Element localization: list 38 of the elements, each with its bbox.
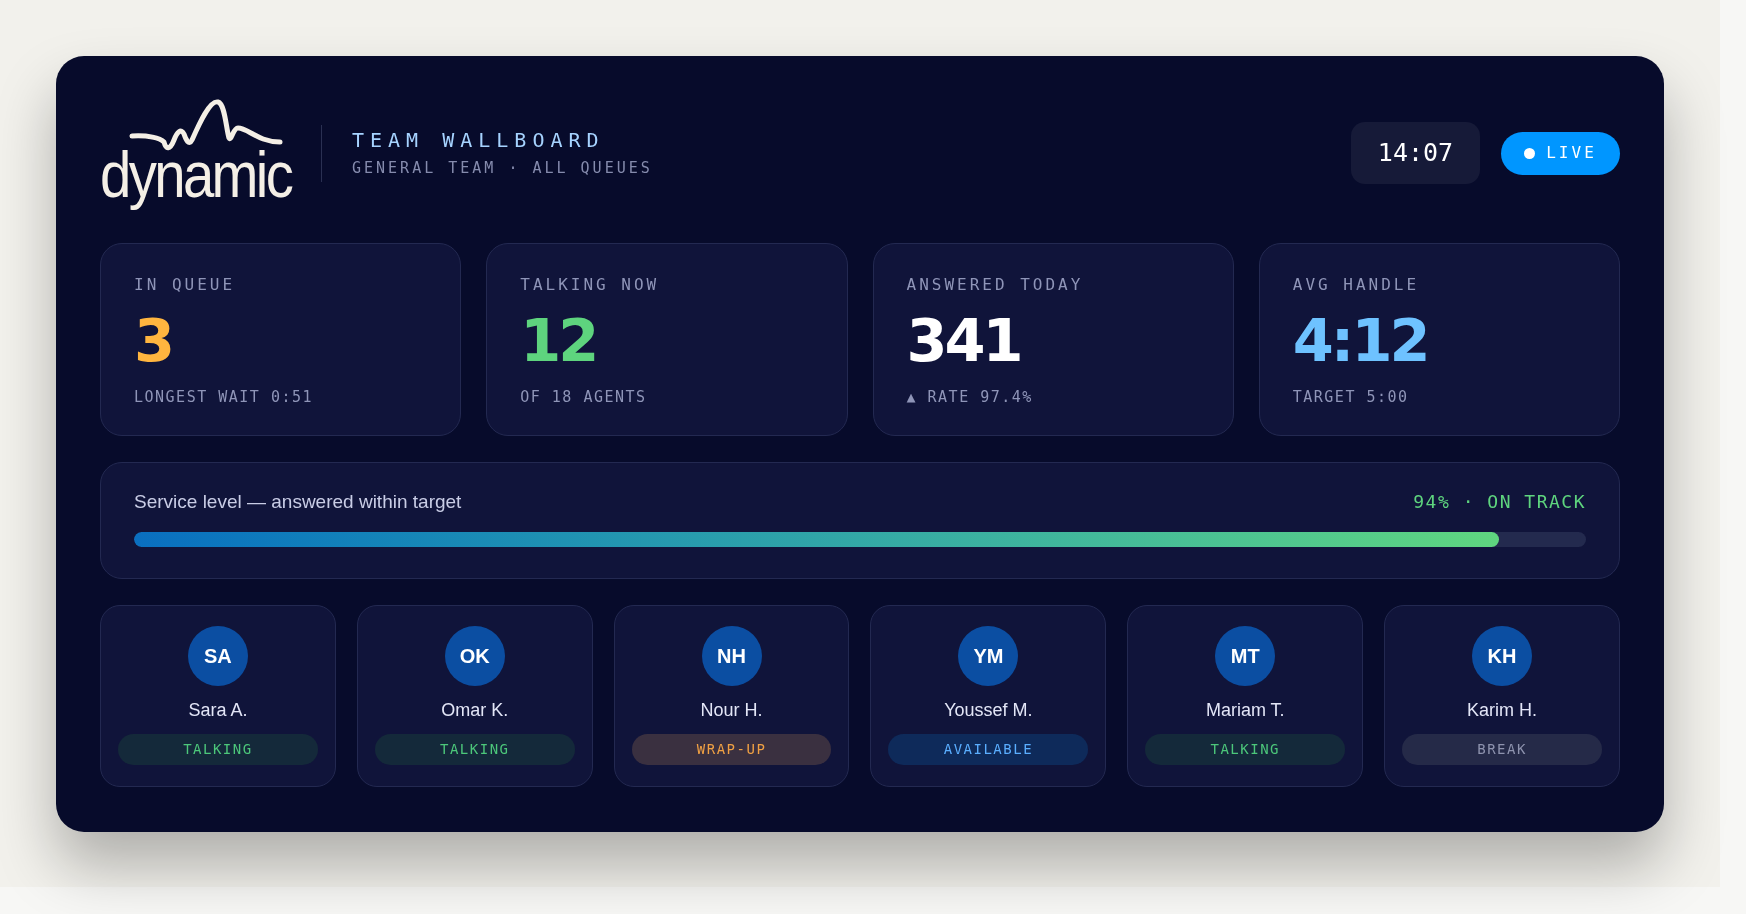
agent-name: Karim H.: [1467, 699, 1538, 722]
stat-value: 341: [906, 311, 1021, 371]
avatar: SA: [187, 626, 248, 686]
live-dot-icon: [1524, 147, 1536, 159]
status-badge: TALKING: [118, 734, 318, 765]
avatar: KH: [1472, 626, 1533, 686]
stat-detail: OF 18 AGENTS: [520, 387, 647, 407]
board-title: TEAM WALLBOARD: [352, 128, 606, 152]
stat-label: TALKING NOW: [520, 275, 660, 295]
agent-name: Mariam T.: [1205, 699, 1285, 722]
agent-name: Sara A.: [188, 699, 248, 722]
stat-detail: LONGEST WAIT 0:51: [134, 387, 314, 407]
stat-detail: ▲ RATE 97.4%: [906, 387, 1033, 407]
stat-detail: TARGET 5:00: [1292, 387, 1409, 407]
stat-value: 4:12: [1292, 311, 1428, 371]
stat-value: 3: [134, 311, 173, 371]
agent-name: Omar K.: [441, 699, 509, 722]
stat-label: IN QUEUE: [134, 275, 236, 295]
status-badge: WRAP-UP: [631, 734, 832, 765]
live-label: LIVE: [1546, 142, 1597, 164]
avatar: NH: [701, 626, 762, 686]
service-level-status: 94% · ON TRACK: [1413, 490, 1586, 514]
stat-label: ANSWERED TODAY: [906, 275, 1084, 295]
agent-name: Youssef M.: [944, 699, 1033, 722]
status-badge: TALKING: [374, 734, 575, 765]
stat-value: 12: [520, 311, 597, 371]
agent-name: Nour H.: [700, 699, 763, 722]
avatar: OK: [444, 626, 505, 686]
board-subtitle: GENERAL TEAM · ALL QUEUES: [352, 158, 653, 178]
clock-display: 14:07: [1351, 122, 1480, 184]
stat-label: AVG HANDLE: [1292, 275, 1420, 295]
avatar: MT: [1215, 626, 1276, 686]
status-badge: TALKING: [1145, 734, 1346, 765]
service-level-label: Service level — answered within target: [134, 490, 462, 514]
status-badge: BREAK: [1402, 734, 1602, 765]
avatar: YM: [958, 626, 1019, 686]
logo-text: dynamic: [100, 142, 292, 208]
status-badge: AVAILABLE: [888, 734, 1089, 765]
